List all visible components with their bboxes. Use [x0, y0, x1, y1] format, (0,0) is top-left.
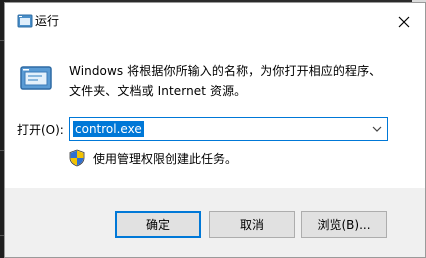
close-button[interactable]: [393, 11, 415, 33]
browse-button[interactable]: 浏览(B)...: [301, 211, 387, 238]
close-icon: [398, 16, 410, 28]
open-combobox[interactable]: control.exe: [69, 117, 388, 141]
admin-note: 使用管理权限创建此任务。: [93, 152, 238, 166]
window-title: 运行: [35, 14, 60, 28]
button-footer: 确定 取消 浏览(B)...: [5, 188, 425, 257]
uac-shield-icon: [69, 149, 85, 167]
description-text: Windows 将根据你所输入的名称，为你打开相应的程序、文件夹、文档或 Int…: [69, 64, 382, 98]
ok-button[interactable]: 确定: [115, 211, 201, 238]
cancel-button[interactable]: 取消: [209, 211, 295, 238]
open-input-value[interactable]: control.exe: [73, 121, 144, 137]
run-icon: [17, 14, 33, 28]
run-icon: [20, 66, 52, 90]
run-dialog: 运行 Windows 将根据你所输入的名称，为你打开相应的程序、文件夹、文档或 …: [4, 2, 426, 258]
open-label: 打开(O):: [17, 123, 64, 137]
chevron-down-icon[interactable]: [371, 124, 383, 134]
